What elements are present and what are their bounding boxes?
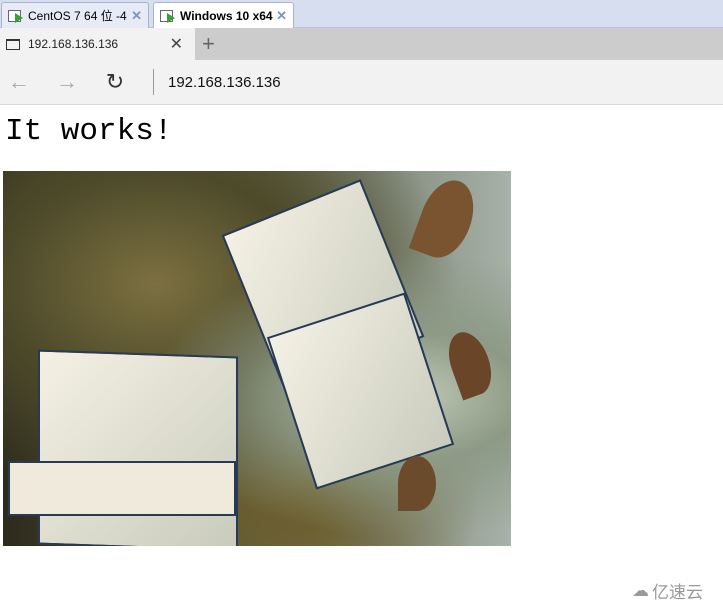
books-photo (3, 171, 511, 546)
browser-tab-title: 192.168.136.136 (28, 37, 119, 51)
watermark: ☁ 亿速云 (632, 578, 703, 603)
cloud-logo-icon: ☁ (632, 580, 649, 600)
vm-tab-label: Windows 10 x64 (180, 8, 273, 23)
vm-tab-centos[interactable]: CentOS 7 64 位 -4 ✕ (1, 2, 149, 28)
close-tab-icon[interactable]: ✕ (170, 34, 183, 54)
leaf (441, 326, 499, 401)
vm-icon (8, 9, 24, 23)
leaf (408, 172, 484, 266)
refresh-icon[interactable]: ↻ (103, 69, 127, 95)
book-pages (8, 461, 236, 516)
close-icon[interactable]: ✕ (276, 8, 287, 24)
page-heading: It works! (5, 114, 173, 149)
back-icon[interactable]: ← (7, 69, 31, 95)
new-tab-icon[interactable]: + (202, 30, 215, 58)
vm-tab-label: CentOS 7 64 位 -4 (28, 9, 127, 23)
divider (153, 69, 154, 95)
browser-tab[interactable]: 192.168.136.136 ✕ (0, 28, 195, 60)
forward-icon[interactable]: → (55, 69, 79, 95)
page-icon (6, 38, 20, 50)
leaf (398, 456, 436, 511)
address-input[interactable]: 192.168.136.136 (168, 74, 281, 91)
vm-icon (160, 9, 176, 23)
book-left (38, 349, 238, 546)
watermark-text: 亿速云 (652, 583, 703, 602)
vm-tab-windows[interactable]: Windows 10 x64 ✕ (153, 2, 294, 28)
browser-tab-row: 192.168.136.136 ✕ + (0, 28, 723, 60)
vm-tab-bar: CentOS 7 64 位 -4 ✕ Windows 10 x64 ✕ (0, 0, 723, 28)
address-bar-row: ← → ↻ 192.168.136.136 (0, 60, 723, 105)
close-icon[interactable]: ✕ (131, 8, 142, 24)
